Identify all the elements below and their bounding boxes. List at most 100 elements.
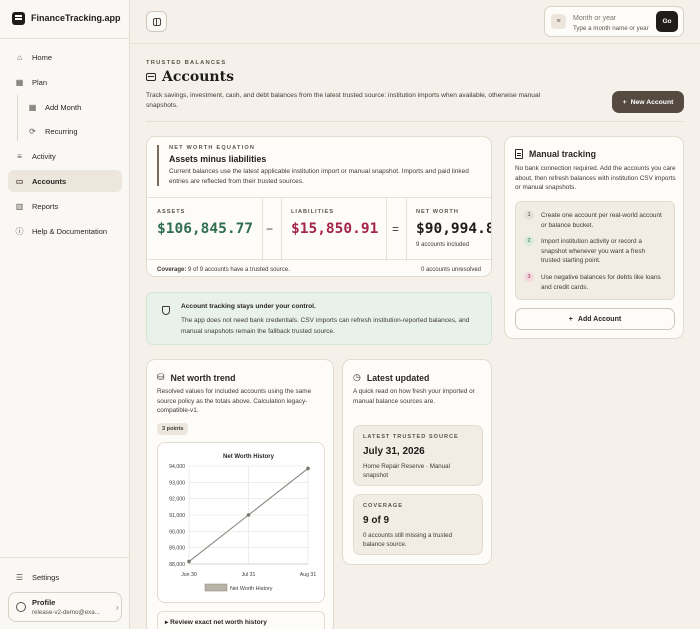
manual-tracking-header: Manual tracking (515, 149, 596, 159)
net-worth-eyebrow: NET WORTH EQUATION (169, 145, 256, 151)
add-account-label: Add Account (577, 315, 622, 323)
step-number: 1 (524, 210, 534, 220)
divider (262, 198, 263, 261)
add-account-button[interactable]: + Add Account (515, 308, 675, 330)
y-tick-label: 89,000 (169, 546, 185, 552)
sidebar: FinanceTracking.app ⌂ Home ▦ Plan ▦ Add … (0, 0, 130, 629)
trend-title: Net worth trend (170, 372, 236, 383)
help-icon: ⓘ (15, 226, 24, 236)
coverage-block-label: COVERAGE (363, 503, 404, 509)
chart-title: Net Worth History (223, 454, 275, 460)
chevron-right-icon: › (116, 602, 119, 612)
divider (406, 198, 407, 261)
latest-title: Latest updated (366, 372, 430, 383)
step-item: 3 Use negative balances for debts like l… (524, 272, 665, 292)
coverage-text: 9 of 9 accounts have a trusted source. (188, 267, 290, 273)
sidebar-item-accounts[interactable]: ▭ Accounts (8, 170, 122, 192)
unresolved-count: 0 accounts unresolved (420, 267, 481, 273)
app-name: FinanceTracking.app (31, 13, 121, 23)
review-history-toggle[interactable]: ▸ Review exact net worth history (157, 611, 325, 629)
calendar-plus-icon: ▦ (28, 102, 37, 112)
trusted-source-label: LATEST TRUSTED SOURCE (363, 434, 459, 440)
y-tick-label: 91,000 (169, 513, 185, 519)
sidebar-item-plan[interactable]: ▦ Plan (8, 71, 122, 93)
x-tick-label: Jul 31 (242, 572, 256, 578)
net-worth-chart: Net Worth History 94,000 93,000 92,000 91,00… (157, 442, 325, 603)
net-worth-title: Assets minus liabilities (169, 154, 267, 164)
plus-icon: + (622, 98, 627, 106)
page-eyebrow: TRUSTED BALANCES (146, 60, 227, 66)
liabilities-column: LIABILITIES $15,850.91 (291, 198, 391, 261)
liabilities-value: $15,850.91 (291, 221, 379, 237)
page-title-row: Accounts (146, 69, 234, 85)
bar-chart-icon: ▥ (15, 201, 24, 211)
top-divider (130, 43, 700, 44)
latest-updated-card: ◷ Latest updated A quick read on how fre… (342, 359, 492, 565)
sidebar-item-reports[interactable]: ▥ Reports (8, 195, 122, 217)
data-point (187, 559, 191, 564)
manual-tracking-card: Manual tracking No bank connection requi… (504, 136, 684, 339)
sidebar-item-add-month[interactable]: ▦ Add Month (22, 96, 122, 118)
liabilities-label: LIABILITIES (291, 209, 335, 215)
assets-column: ASSETS $106,845.77 (157, 198, 261, 261)
points-badge: 3 points (157, 423, 189, 435)
minus-symbol: − (266, 222, 274, 236)
net-worth-description: Current balances use the latest applicab… (169, 168, 469, 185)
sidebar-item-label: Settings (32, 572, 60, 582)
net-worth-intro: NET WORTH EQUATION Assets minus liabilit… (157, 145, 483, 186)
sidebar-divider (0, 38, 130, 39)
manual-tracking-description: No bank connection required. Add the acc… (515, 165, 676, 191)
app-logo-icon (12, 11, 25, 25)
trend-icon: ⛁ (157, 372, 165, 382)
go-button[interactable]: Go (656, 11, 678, 32)
sidebar-item-help[interactable]: ⓘ Help & Documentation (8, 220, 122, 242)
coverage-summary: Coverage: 9 of 9 accounts have a trusted… (157, 267, 290, 273)
sidebar-item-home[interactable]: ⌂ Home (8, 46, 122, 68)
net-worth-chart-svg: Net Worth History 94,000 93,000 92,000 91,00… (169, 454, 316, 592)
wallet-icon (146, 73, 156, 81)
sidebar-item-settings[interactable]: ☰ Settings (8, 566, 122, 588)
period-input[interactable]: Month or year (573, 15, 616, 22)
manual-tracking-steps: 1 Create one account per real-world acco… (515, 201, 675, 300)
page-description: Track savings, investment, cash, and deb… (146, 92, 541, 109)
subnav-line (17, 95, 18, 141)
latest-trusted-source: LATEST TRUSTED SOURCE July 31, 2026 Home… (353, 425, 483, 486)
y-tick-label: 94,000 (169, 464, 185, 470)
trend-description: Resolved values for included accounts us… (157, 388, 312, 414)
document-icon (515, 149, 523, 159)
shield-icon (162, 306, 170, 315)
sidebar-toggle-button[interactable] (146, 11, 167, 32)
header-divider (146, 121, 684, 122)
x-tick-label: Jun 30 (181, 572, 197, 578)
step-item: 2 Import institution activity or record … (524, 236, 665, 266)
trusted-source-date: July 31, 2026 (363, 446, 425, 457)
legend-swatch (204, 583, 228, 592)
coverage-block-sub: 0 accounts still missing a trusted balan… (363, 532, 453, 548)
sidebar-item-recurring[interactable]: ⟳ Recurring (22, 120, 122, 142)
data-point (246, 513, 251, 517)
plus-icon: + (568, 315, 573, 323)
wallet-icon: ▭ (15, 176, 24, 186)
divider (281, 198, 282, 261)
step-text: Use negative balances for debts like loa… (541, 274, 661, 291)
sidebar-item-label: Help & Documentation (32, 226, 108, 236)
sidebar-item-label: Accounts (32, 176, 67, 186)
manual-tracking-title: Manual tracking (529, 149, 596, 159)
profile-button[interactable]: Profile release-v2-demo@exa... › (8, 592, 122, 622)
net-worth-card: NET WORTH EQUATION Assets minus liabilit… (146, 136, 492, 277)
sidebar-item-activity[interactable]: ≡ Activity (8, 145, 122, 167)
equals-symbol: = (392, 222, 400, 236)
y-tick-label: 90,000 (169, 529, 185, 535)
menu-icon: ≡ (551, 14, 566, 29)
brand[interactable]: FinanceTracking.app (12, 10, 121, 26)
calendar-icon: ▦ (15, 77, 24, 87)
new-account-label: New Account (630, 98, 674, 106)
sidebar-item-label: Plan (32, 77, 48, 87)
trusted-source-name: Home Repair Reserve · Manual snapshot (363, 463, 451, 479)
latest-header: ◷ Latest updated (353, 372, 429, 383)
sidebar-item-label: Home (32, 52, 53, 62)
step-text: Create one account per real-world accoun… (541, 212, 662, 229)
divider (386, 198, 387, 261)
new-account-button[interactable]: + New Account (612, 91, 684, 113)
coverage-block: COVERAGE 9 of 9 0 accounts still missing… (353, 494, 483, 555)
